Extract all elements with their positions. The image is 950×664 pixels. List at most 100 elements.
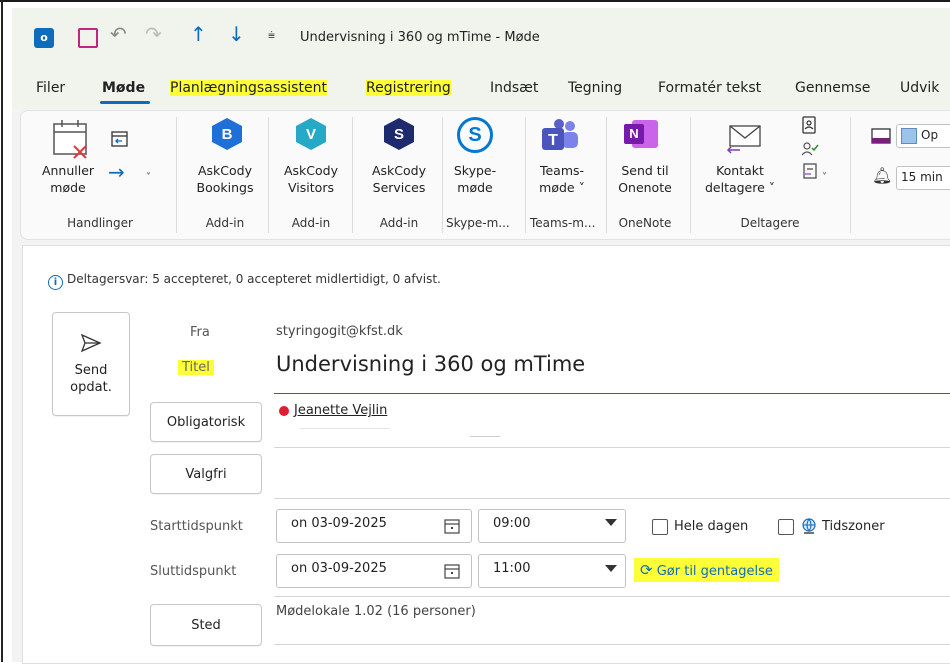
onenote-icon: N	[624, 118, 660, 150]
optional-button[interactable]: Valgfri	[150, 454, 262, 494]
ribbon-separator	[268, 117, 269, 233]
skype-meeting-button[interactable]: Skype- møde	[446, 162, 504, 196]
left-border	[1, 0, 3, 662]
tab-planlaegningsassistent[interactable]: Planlægningsassistent	[170, 80, 327, 96]
group-label-onenote: OneNote	[618, 216, 672, 230]
start-date-value: on 03-09-2025	[291, 516, 387, 531]
ribbon-separator	[176, 117, 177, 233]
all-day-checkbox[interactable]	[652, 519, 668, 535]
title-label: Titel	[178, 360, 214, 375]
tab-gennemse[interactable]: Gennemse	[795, 80, 870, 96]
attendee-response-info: i Deltagersvar: 5 accepteret, 0 acceptere…	[48, 272, 441, 290]
askcody-services-button[interactable]: AskCody Services	[362, 162, 436, 196]
time-underline	[274, 596, 950, 597]
tab-indsaet[interactable]: Indsæt	[490, 80, 538, 96]
required-button[interactable]: Obligatorisk	[150, 402, 262, 442]
response-options-icon[interactable]	[800, 140, 820, 160]
ribbon-separator	[850, 117, 851, 233]
dropdown-arrow-icon[interactable]	[605, 519, 617, 526]
globe-icon	[802, 518, 816, 534]
tab-formater-tekst[interactable]: Formatér tekst	[658, 80, 761, 96]
askcody-bookings-button[interactable]: AskCody Bookings	[190, 162, 260, 196]
start-label: Starttidspunkt	[150, 519, 243, 534]
ribbon-separator	[525, 117, 526, 233]
attendee-blur-mark	[300, 428, 390, 429]
address-book-icon[interactable]	[800, 115, 818, 135]
info-icon: i	[48, 275, 63, 290]
send-update-button[interactable]: Send opdat.	[52, 312, 130, 416]
calendar-forward-icon[interactable]	[110, 129, 130, 149]
ribbon-separator	[442, 117, 443, 233]
start-time-value: 09:00	[493, 516, 531, 531]
reminder-select[interactable]: 15 min	[896, 166, 950, 190]
tab-tegning[interactable]: Tegning	[568, 80, 622, 96]
location-input[interactable]: Mødelokale 1.02 (16 personer)	[276, 604, 476, 619]
reminder-bell-icon: 🔔︎	[872, 166, 893, 185]
location-button[interactable]: Sted	[150, 604, 262, 646]
attendee-status-dot	[279, 406, 289, 416]
tab-registrering[interactable]: Registrering	[366, 80, 451, 96]
show-as-swatch	[901, 128, 917, 144]
group-label-deltagere: Deltagere	[740, 216, 800, 230]
start-date-picker[interactable]: on 03-09-2025	[276, 509, 472, 543]
location-underline	[274, 644, 950, 645]
skype-icon: S	[457, 117, 493, 153]
make-recurring-button[interactable]: ⟳ Gør til gentagelse	[634, 558, 779, 582]
calendar-icon[interactable]	[443, 517, 461, 535]
tab-filer[interactable]: Filer	[36, 80, 65, 96]
optional-underline	[274, 498, 950, 499]
send-icon	[80, 333, 102, 353]
recurrence-icon: ⟳	[640, 561, 653, 579]
tab-mode[interactable]: Møde	[102, 80, 145, 96]
askcody-visitors-button[interactable]: AskCody Visitors	[276, 162, 346, 196]
forward-arrow-icon[interactable]: →	[108, 160, 125, 184]
save-icon[interactable]	[78, 28, 98, 48]
chevron-down-icon[interactable]: ˅	[822, 172, 827, 183]
group-label-addin-3: Add-in	[379, 216, 419, 230]
from-label: Fra	[190, 325, 210, 340]
attendee-blur-mark	[470, 436, 500, 437]
required-attendee[interactable]: Jeanette Vejlin	[294, 403, 387, 418]
calendar-icon[interactable]	[443, 562, 461, 580]
tab-udvik[interactable]: Udvik	[900, 80, 939, 96]
group-label-handlinger: Handlinger	[67, 216, 133, 230]
send-to-onenote-button[interactable]: Send til Onenote	[610, 162, 680, 196]
make-recurring-label: Gør til gentagelse	[656, 564, 773, 579]
undo-icon[interactable]: ↶	[110, 22, 127, 46]
reminder-value: 15 min	[901, 170, 943, 184]
ribbon-separator	[352, 117, 353, 233]
up-arrow-icon[interactable]: ↑	[190, 22, 207, 46]
outlook-icon[interactable]: o	[34, 28, 54, 48]
forward-dropdown-icon[interactable]: ˅	[146, 172, 151, 183]
dropdown-arrow-icon[interactable]	[605, 565, 617, 572]
end-date-value: on 03-09-2025	[291, 561, 387, 576]
send-update-label: Send opdat.	[70, 363, 112, 395]
show-as-value: Op	[921, 128, 939, 142]
top-border	[0, 0, 950, 2]
end-date-picker[interactable]: on 03-09-2025	[276, 554, 472, 588]
required-underline	[274, 447, 950, 448]
teams-meeting-button[interactable]: Teams- møde ˅	[530, 162, 594, 196]
show-as-icon	[871, 128, 891, 144]
window-title: Undervisning i 360 og mTime - Møde	[300, 30, 540, 45]
info-text: Deltagersvar: 5 accepteret, 0 accepteret…	[67, 272, 441, 286]
down-arrow-icon[interactable]: ↓	[228, 22, 245, 46]
active-tab-indicator	[100, 101, 150, 104]
attendee-dropdown-icon[interactable]	[802, 162, 820, 182]
title-underline	[274, 393, 950, 394]
group-label-skype: Skype-m...	[446, 216, 510, 230]
show-as-select[interactable]: Op	[896, 124, 950, 148]
contact-attendees-button[interactable]: Kontakt deltagere ˅	[700, 162, 780, 196]
end-time-select[interactable]: 11:00	[478, 554, 626, 588]
group-label-teams: Teams-m...	[530, 216, 596, 230]
contact-attendees-icon	[726, 125, 761, 154]
redo-icon[interactable]: ↷	[145, 22, 162, 46]
cancel-meeting-button[interactable]: Annuller møde	[38, 162, 98, 196]
time-zones-checkbox[interactable]	[778, 519, 794, 535]
ribbon-separator	[606, 117, 607, 233]
customize-icon[interactable]: ⩧	[268, 28, 275, 43]
from-value: styringogit@kfst.dk	[276, 324, 403, 339]
start-time-select[interactable]: 09:00	[478, 509, 626, 543]
ribbon-separator	[690, 117, 691, 233]
title-input[interactable]: Undervisning i 360 og mTime	[276, 352, 585, 376]
